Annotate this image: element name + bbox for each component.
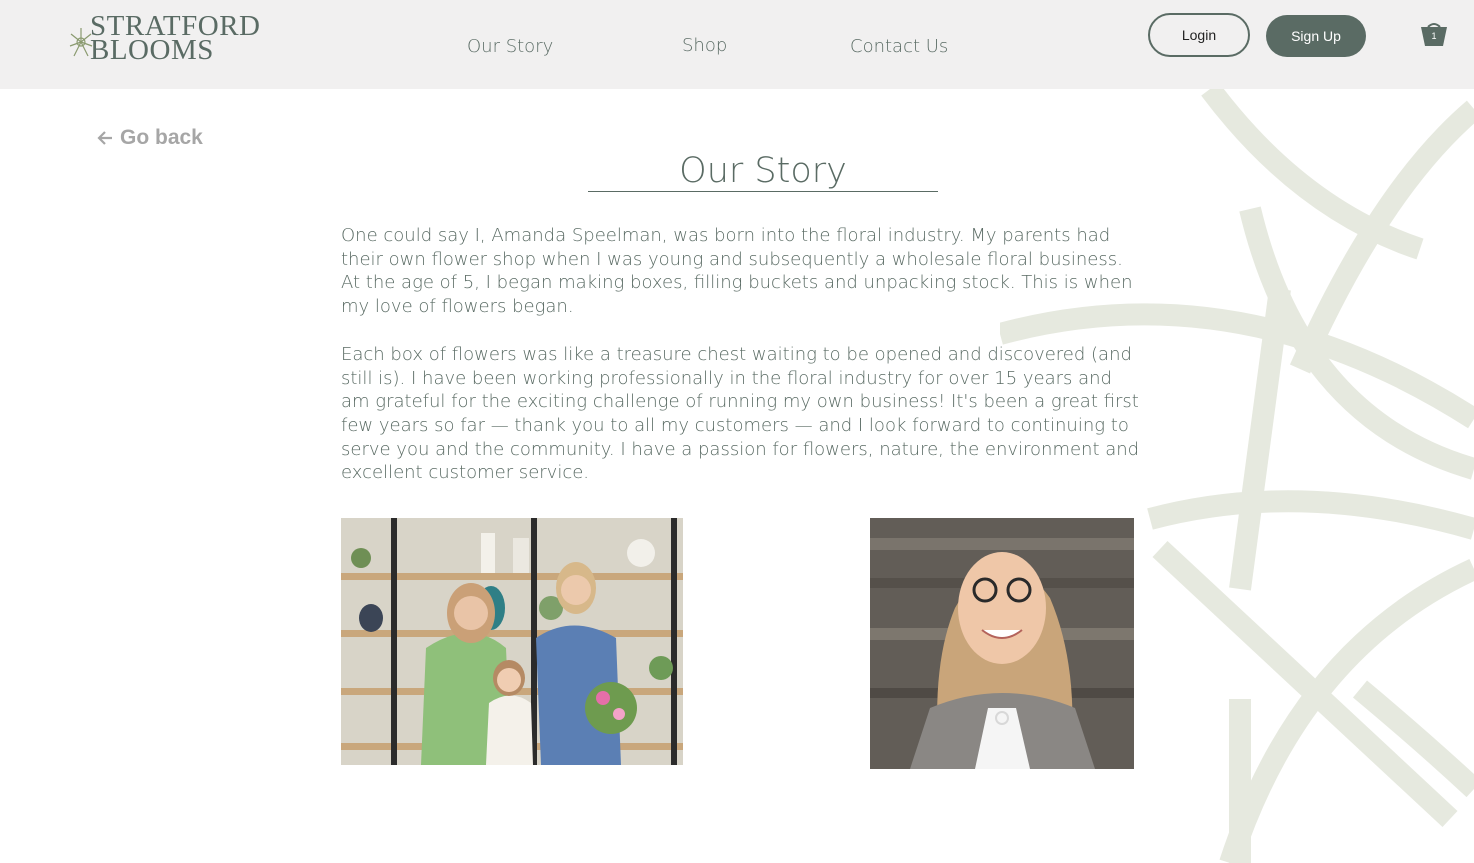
nav-our-story[interactable]: Our Story (467, 36, 553, 57)
signup-button[interactable]: Sign Up (1266, 15, 1366, 57)
logo[interactable]: STRATFORD BLOOMS (68, 12, 268, 66)
story-paragraph-1: One could say I, Amanda Speelman, was bo… (341, 225, 1133, 318)
cart-button[interactable]: 1 (1418, 22, 1450, 50)
family-photo (341, 518, 683, 765)
logo-text: STRATFORD BLOOMS (90, 12, 261, 65)
cart-count: 1 (1431, 31, 1437, 41)
login-button[interactable]: Login (1148, 13, 1250, 57)
portrait-photo (870, 518, 1134, 769)
go-back-link[interactable]: Go back (96, 126, 203, 150)
story-paragraph-2: Each box of flowers was like a treasure … (341, 343, 1140, 484)
title-underline (588, 191, 938, 192)
back-arrow-icon (97, 131, 112, 145)
story-text: One could say I, Amanda Speelman, was bo… (341, 224, 1141, 509)
site-header: STRATFORD BLOOMS Our Story Shop Contact … (0, 0, 1474, 89)
go-back-label: Go back (120, 126, 203, 149)
page-title: Our Story (679, 151, 847, 191)
nav-shop[interactable]: Shop (682, 35, 727, 56)
nav-contact-us[interactable]: Contact Us (850, 36, 948, 57)
